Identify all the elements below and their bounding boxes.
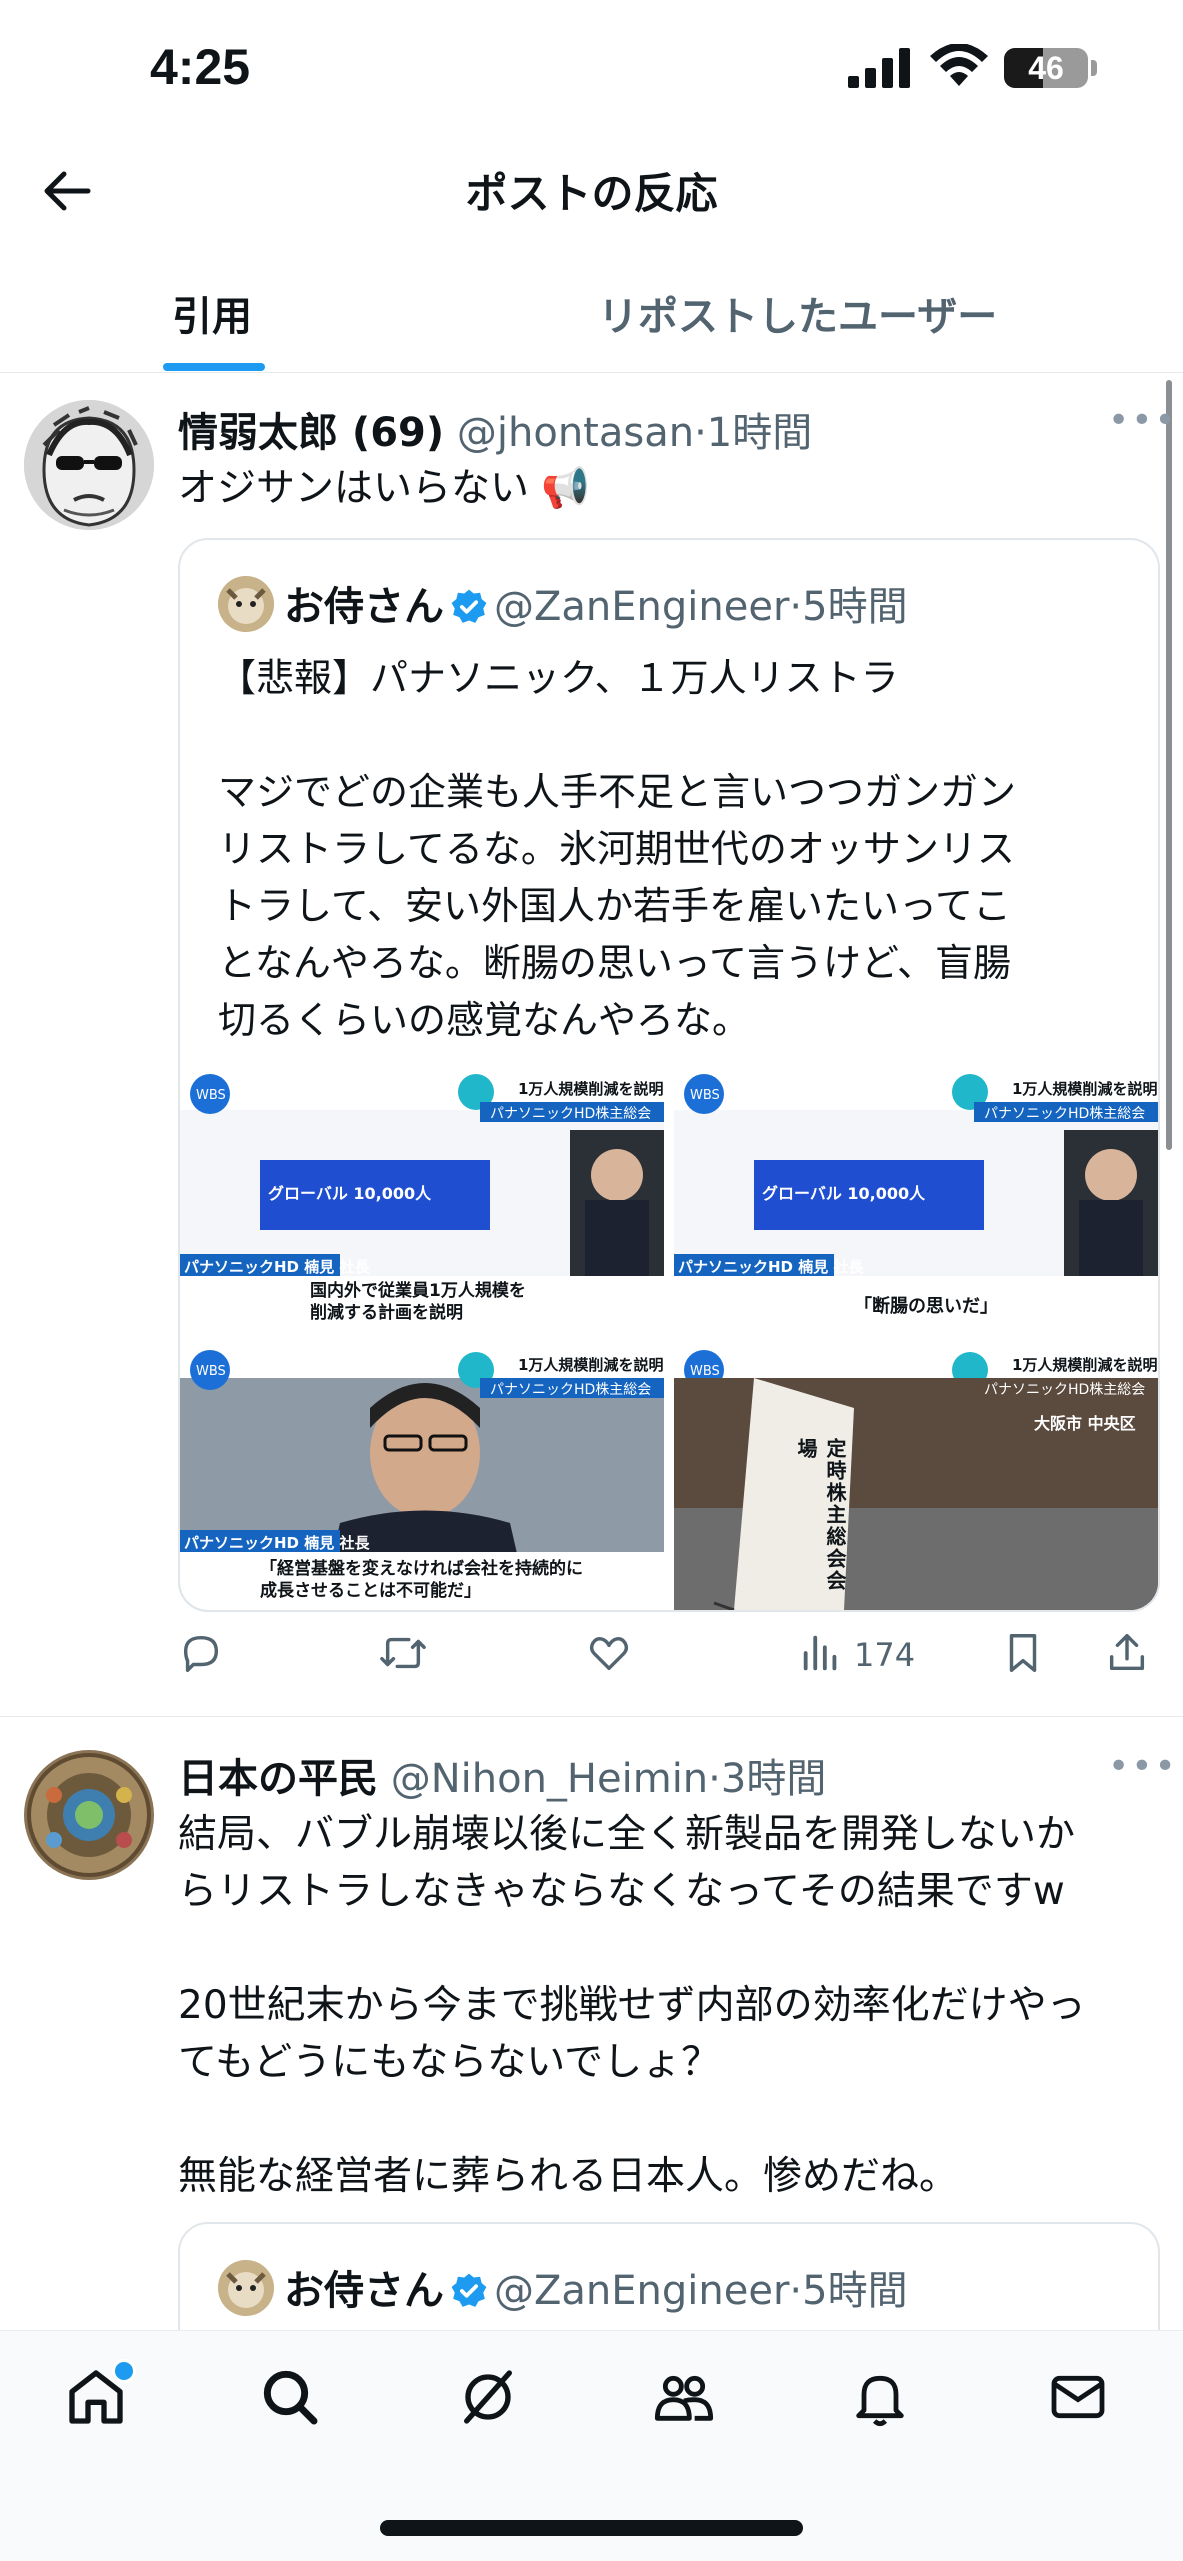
- messages-icon[interactable]: [1046, 2365, 1110, 2429]
- repost-icon[interactable]: [378, 1630, 428, 1676]
- grok-icon[interactable]: [456, 2365, 520, 2429]
- image-caption: 「断腸の思いだ」: [854, 1296, 998, 1317]
- quoted-time: 5時間: [802, 584, 908, 630]
- post-author[interactable]: 情弱太郎 (69) @jhontasan·1時間: [178, 400, 812, 458]
- share-icon[interactable]: [1104, 1630, 1150, 1676]
- post-author[interactable]: 日本の平民 @Nihon_Heimin·3時間: [178, 1746, 826, 1804]
- post-time: 1時間: [706, 410, 813, 456]
- dot-separator: ·: [694, 410, 707, 456]
- quoted-author: お侍さん @ZanEngineer·5時間: [284, 2258, 908, 2316]
- avatar[interactable]: [24, 400, 154, 530]
- verified-badge-icon: [451, 2273, 487, 2307]
- page-title: ポストの反応: [465, 169, 718, 218]
- quoted-display-name: お侍さん: [284, 2268, 444, 2314]
- quoted-time: 5時間: [802, 2268, 908, 2314]
- avatar-image: [24, 1750, 154, 1880]
- views-icon[interactable]: [798, 1630, 844, 1676]
- image-tag: 1万人規模削減を説明: [518, 1080, 664, 1098]
- post-text: オジサンはいらない 📢: [178, 466, 590, 511]
- verified-badge-icon: [451, 589, 487, 623]
- more-options-icon[interactable]: •••: [1108, 400, 1178, 441]
- active-tab-indicator: [163, 363, 265, 371]
- image-tag: 1万人規模削減を説明: [1012, 1356, 1158, 1374]
- wifi-icon: [930, 44, 988, 86]
- post-time: 3時間: [720, 1756, 827, 1802]
- scrollbar[interactable]: [1166, 380, 1172, 1150]
- bookmark-icon[interactable]: [1000, 1630, 1046, 1676]
- image-subtag: パナソニックHD株主総会: [984, 1382, 1146, 1398]
- image-subtag: パナソニックHD株主総会: [490, 1382, 652, 1398]
- notifications-icon[interactable]: [848, 2365, 912, 2429]
- media-image[interactable]: WBS 1万人規模削減を説明 パナソニックHD株主総会 大阪市 中央区 定時株主…: [674, 1348, 1158, 1610]
- notification-dot: [112, 2359, 136, 2383]
- svg-text:WBS: WBS: [196, 1088, 226, 1103]
- views-count: 174: [854, 1636, 916, 1674]
- communities-icon[interactable]: [652, 2365, 716, 2429]
- image-caption: 国内外で従業員1万人規模を 削減する計画を説明: [310, 1281, 526, 1323]
- tab-bar: 引用 リポストしたユーザー: [0, 260, 1183, 373]
- tab-reposts[interactable]: リポストしたユーザー: [598, 284, 997, 342]
- post-text: 結局、バブル崩壊以後に全く新製品を開発しないか らリストラしなきゃならなくなって…: [178, 1812, 1086, 2199]
- post-divider: [0, 1716, 1183, 1717]
- svg-text:WBS: WBS: [690, 1088, 720, 1103]
- user-handle: @Nihon_Heimin: [390, 1756, 709, 1802]
- display-name: 日本の平民: [178, 1756, 378, 1802]
- home-indicator[interactable]: [380, 2520, 803, 2536]
- dot-separator: ·: [708, 1756, 721, 1802]
- image-subtag: パナソニックHD株主総会: [490, 1106, 652, 1122]
- image-sign: 定時株主総会会場: [794, 1438, 847, 1592]
- svg-text:WBS: WBS: [690, 1364, 720, 1379]
- image-lower-third: パナソニックHD 楠見 社長: [678, 1258, 864, 1276]
- battery-level-text: 46: [1028, 50, 1064, 86]
- quoted-author: お侍さん @ZanEngineer·5時間: [284, 574, 908, 632]
- image-lower-third: パナソニックHD 楠見 社長: [184, 1534, 370, 1552]
- image-lower-third: パナソニックHD 楠見 社長: [184, 1258, 370, 1276]
- quoted-avatar: [218, 576, 274, 632]
- more-options-icon[interactable]: •••: [1108, 1746, 1178, 1787]
- cellular-signal-icon: [848, 48, 910, 88]
- image-caption: 「経営基盤を変えなければ会社を持続的に 成長させることは不可能だ」: [260, 1559, 583, 1601]
- user-handle: @jhontasan: [456, 410, 695, 456]
- media-image[interactable]: WBS 1万人規模削減を説明 パナソニックHD株主総会 グローバル 10,000…: [674, 1070, 1158, 1338]
- top-header: ポストの反応: [0, 140, 1183, 240]
- tab-quotes[interactable]: 引用: [172, 284, 252, 342]
- search-icon[interactable]: [258, 2365, 322, 2429]
- status-time: 4:25: [150, 39, 251, 95]
- media-image[interactable]: WBS 1万人規模削減を説明 パナソニックHD株主総会 パナソニックHD 楠見 …: [180, 1348, 664, 1610]
- post-actions: 174: [178, 1630, 1148, 1690]
- image-box-text: グローバル 10,000人: [268, 1184, 432, 1203]
- image-tag: 1万人規模削減を説明: [518, 1356, 664, 1374]
- battery-indicator: 46: [1004, 48, 1088, 88]
- media-image[interactable]: WBS 1万人規模削減を説明 パナソニックHD株主総会 グローバル 10,000…: [180, 1070, 664, 1338]
- image-place: 大阪市 中央区: [1034, 1414, 1136, 1433]
- reply-icon[interactable]: [178, 1630, 224, 1676]
- quoted-handle: @ZanEngineer: [494, 584, 790, 630]
- quoted-text: 【悲報】パナソニック、１万人リストラ マジでどの企業も人手不足と言いつつガンガン…: [218, 656, 1017, 1042]
- image-tag: 1万人規模削減を説明: [1012, 1080, 1158, 1098]
- display-name: 情弱太郎 (69): [178, 410, 445, 456]
- quoted-post[interactable]: お侍さん @ZanEngineer·5時間 【悲報】パナソニック、１万人リストラ …: [178, 538, 1160, 1612]
- svg-text:WBS: WBS: [196, 1364, 226, 1379]
- status-bar: 4:25 46: [0, 0, 1183, 140]
- image-subtag: パナソニックHD株主総会: [984, 1106, 1146, 1122]
- like-icon[interactable]: [586, 1630, 632, 1676]
- avatar-image: [24, 400, 154, 530]
- dot-separator: ·: [789, 584, 803, 630]
- image-box-text: グローバル 10,000人: [762, 1184, 926, 1203]
- quoted-display-name: お侍さん: [284, 584, 444, 630]
- quoted-avatar: [218, 2260, 274, 2316]
- avatar[interactable]: [24, 1750, 154, 1880]
- battery-tip: [1091, 60, 1097, 76]
- quoted-handle: @ZanEngineer: [494, 2268, 790, 2314]
- dot-separator: ·: [789, 2268, 803, 2314]
